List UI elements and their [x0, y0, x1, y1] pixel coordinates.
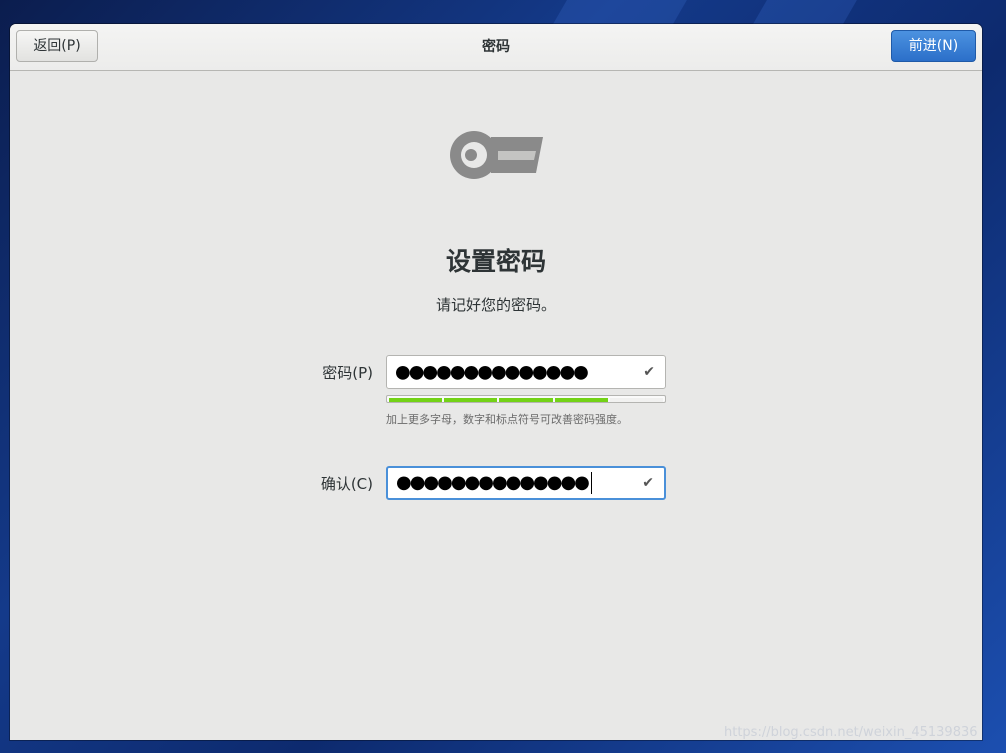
password-hint: 加上更多字母，数字和标点符号可改善密码强度。 [386, 413, 628, 426]
main-heading: 设置密码 [445, 247, 546, 276]
confirm-value: ●●●●●●●●●●●●●● [396, 472, 592, 494]
password-label: 密码(P) [322, 364, 373, 382]
check-icon: ✔ [642, 475, 654, 491]
background-shape [753, 0, 857, 24]
strength-segment [389, 398, 443, 402]
next-button[interactable]: 前进(N) [891, 30, 976, 62]
setup-window: 密码 返回(P) 前进(N) 设置密码 请记好您的密码。 密码(P) ●●●●●… [10, 24, 982, 740]
strength-segment [444, 398, 498, 402]
watermark: https://blog.csdn.net/weixin_45139836 [724, 725, 978, 740]
header-bar: 密码 返回(P) 前进(N) [10, 24, 982, 71]
main-subtitle: 请记好您的密码。 [435, 296, 556, 314]
page-title: 密码 [482, 39, 510, 55]
text-cursor [590, 472, 592, 494]
strength-segment [499, 398, 553, 402]
strength-segment [554, 398, 608, 402]
background-shape [553, 0, 687, 24]
password-strength-bar [386, 395, 666, 403]
confirm-field[interactable]: ●●●●●●●●●●●●●● ✔ [386, 466, 666, 500]
back-button[interactable]: 返回(P) [16, 30, 98, 62]
check-icon: ✔ [643, 364, 655, 380]
confirm-label: 确认(C) [320, 475, 373, 493]
strength-segment [609, 398, 664, 402]
password-field[interactable]: ●●●●●●●●●●●●●● ✔ [386, 355, 666, 389]
password-value: ●●●●●●●●●●●●●● [395, 361, 589, 383]
key-icon [450, 131, 543, 179]
